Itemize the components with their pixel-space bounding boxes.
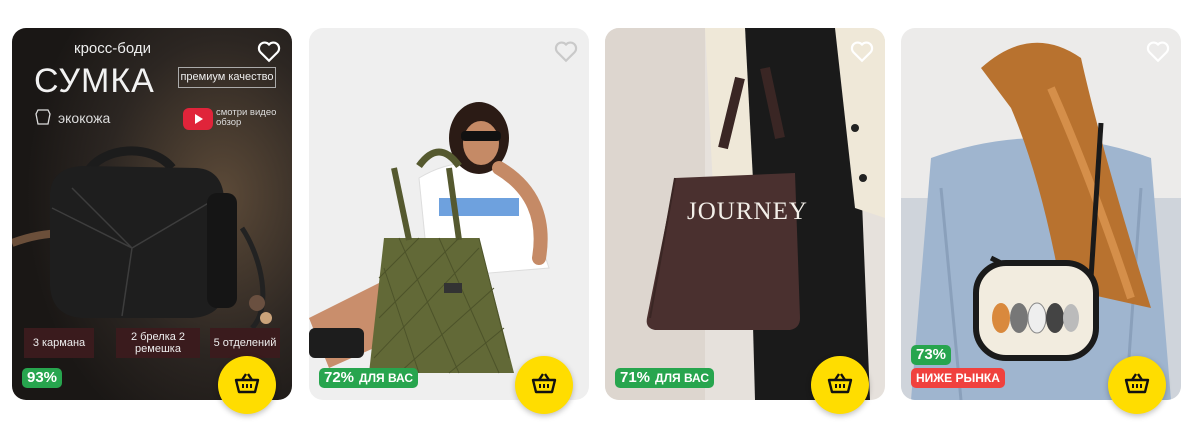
overlay-subtitle: кросс-боди [74, 40, 151, 57]
add-to-cart-button[interactable] [218, 356, 276, 414]
overlay-premium-label: премиум качество [178, 67, 276, 88]
discount-badge: 71% [615, 368, 654, 388]
below-market-badge: НИЖЕ РЫНКА [911, 368, 1005, 388]
product-grid: кросс-боди СУМКА премиум качество экокож… [0, 0, 1200, 427]
discount-badge: 73% [911, 345, 952, 365]
for-you-badge: ДЛЯ ВАС [653, 368, 715, 388]
add-to-cart-button[interactable] [811, 356, 869, 414]
badge-group: 93% [22, 368, 63, 388]
leather-icon [34, 108, 52, 126]
overlay-title: СУМКА [34, 62, 155, 100]
heart-icon[interactable] [849, 38, 875, 64]
product-image[interactable] [309, 28, 589, 400]
overlay-material: экокожа [58, 110, 111, 126]
feature-charms: 2 брелка 2 ремешка [116, 328, 200, 358]
badge-group: 71% ДЛЯ ВАС [615, 368, 715, 388]
badge-group: 73% НИЖЕ РЫНКА [911, 345, 1005, 388]
basket-icon [531, 372, 557, 399]
feature-compartments: 5 отделений [210, 328, 280, 358]
product-card-4[interactable]: 73% НИЖЕ РЫНКА [901, 28, 1181, 400]
discount-badge: 93% [22, 368, 63, 388]
basket-icon [234, 372, 260, 399]
basket-icon [1124, 372, 1150, 399]
play-icon [183, 108, 213, 130]
discount-badge: 72% [319, 368, 358, 388]
product-card-1[interactable]: кросс-боди СУМКА премиум качество экокож… [12, 28, 292, 400]
product-card-2[interactable]: 72% ДЛЯ ВАС [309, 28, 589, 400]
brand-logo-text: JOURNEY [687, 198, 808, 225]
heart-icon[interactable] [256, 38, 282, 64]
heart-icon[interactable] [553, 38, 579, 64]
product-card-3[interactable]: JOURNEY 71% ДЛЯ ВАС [605, 28, 885, 400]
heart-icon[interactable] [1145, 38, 1171, 64]
add-to-cart-button[interactable] [1108, 356, 1166, 414]
for-you-badge: ДЛЯ ВАС [357, 368, 419, 388]
overlay-video-label: смотри видео обзор [216, 107, 277, 128]
add-to-cart-button[interactable] [515, 356, 573, 414]
basket-icon [827, 372, 853, 399]
badge-group: 72% ДЛЯ ВАС [319, 368, 419, 388]
feature-pockets: 3 кармана [24, 328, 94, 358]
